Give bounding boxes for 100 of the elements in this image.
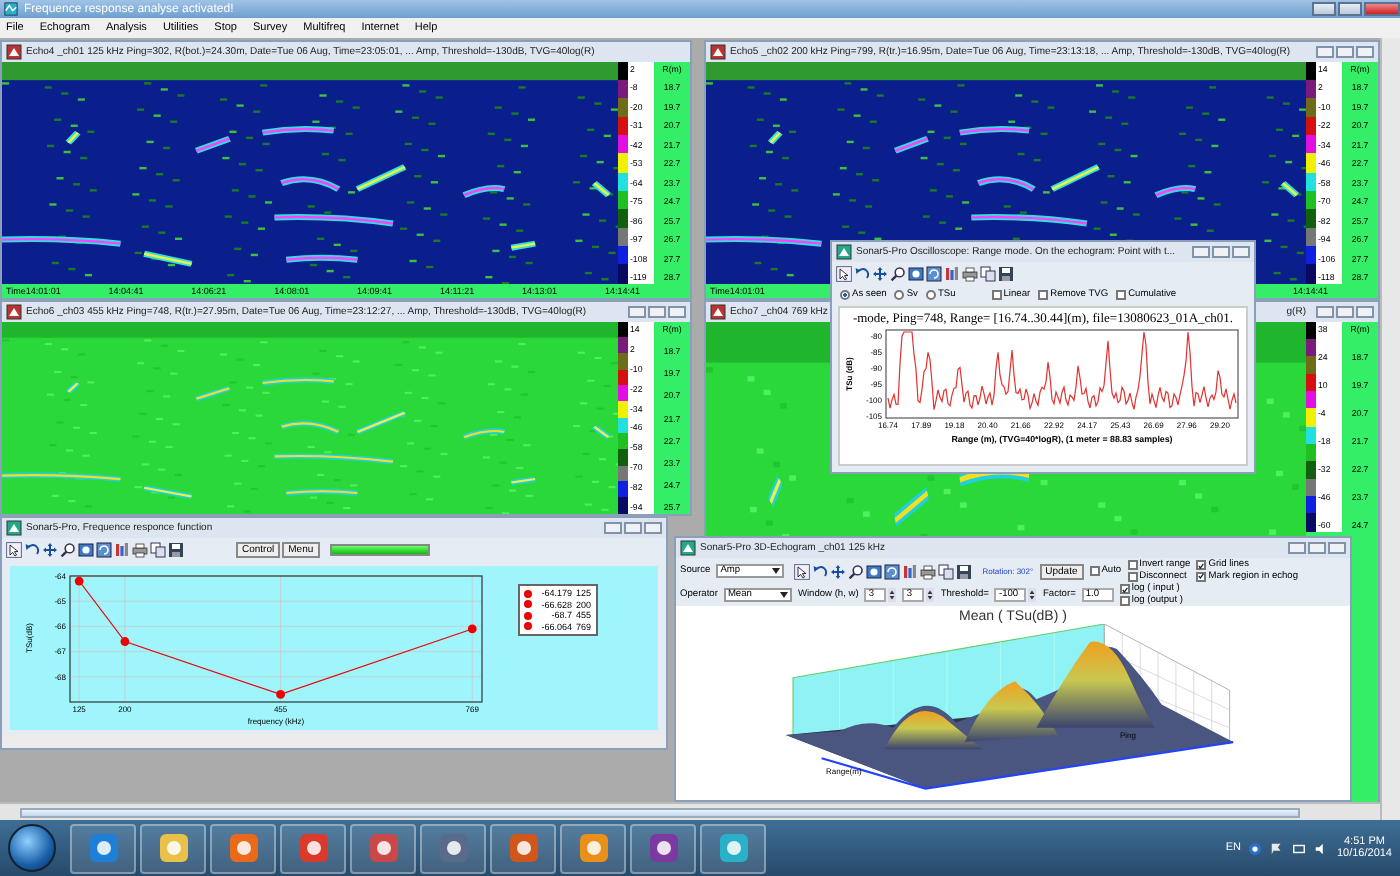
taskbar-button[interactable] bbox=[630, 823, 696, 873]
refresh-icon[interactable] bbox=[884, 563, 901, 579]
radio-button[interactable] bbox=[840, 290, 850, 300]
checkbox[interactable] bbox=[1119, 584, 1130, 595]
checkbox[interactable] bbox=[1127, 571, 1138, 582]
bars-icon[interactable] bbox=[944, 266, 960, 282]
start-button[interactable] bbox=[8, 824, 56, 872]
app-icon bbox=[367, 832, 399, 864]
maximize-button[interactable] bbox=[1308, 542, 1326, 554]
flag-icon[interactable] bbox=[1270, 841, 1285, 855]
spinner-icon[interactable] bbox=[1028, 588, 1037, 602]
app-icon bbox=[717, 832, 749, 864]
taskbar-button[interactable] bbox=[420, 823, 486, 873]
bars-icon[interactable] bbox=[902, 563, 919, 579]
app-icon bbox=[577, 832, 609, 864]
close-button[interactable] bbox=[668, 306, 686, 318]
print-icon[interactable] bbox=[962, 266, 978, 282]
move-icon[interactable] bbox=[42, 542, 58, 558]
close-button[interactable] bbox=[1232, 246, 1250, 258]
zoom-icon[interactable] bbox=[890, 266, 906, 282]
minimize-button[interactable] bbox=[1312, 1, 1336, 15]
speaker-icon[interactable] bbox=[1314, 841, 1329, 855]
window-icon bbox=[710, 44, 726, 60]
maximize-button[interactable] bbox=[1338, 1, 1362, 15]
close-button[interactable] bbox=[1356, 306, 1374, 318]
maximize-button[interactable] bbox=[648, 306, 666, 318]
taskbar-button[interactable] bbox=[140, 823, 206, 873]
copy-icon[interactable] bbox=[150, 542, 166, 558]
window-icon bbox=[6, 44, 22, 60]
maximize-button[interactable] bbox=[1336, 46, 1354, 58]
pointer-icon[interactable] bbox=[794, 563, 811, 579]
minimize-button[interactable] bbox=[628, 306, 646, 318]
bars-icon[interactable] bbox=[114, 542, 130, 558]
app-icon bbox=[87, 832, 119, 864]
caret-icon bbox=[772, 568, 781, 574]
taskbar-button[interactable] bbox=[490, 823, 556, 873]
globe-icon[interactable] bbox=[1248, 841, 1263, 855]
window-icon bbox=[710, 304, 726, 320]
minimize-button[interactable] bbox=[604, 522, 622, 534]
maximize-button[interactable] bbox=[1212, 246, 1230, 258]
surface-peak bbox=[1035, 641, 1154, 728]
app-icon bbox=[507, 832, 539, 864]
close-button[interactable] bbox=[644, 522, 662, 534]
screen-icon[interactable] bbox=[1292, 841, 1307, 855]
minimize-button[interactable] bbox=[1316, 306, 1334, 318]
checkbox[interactable] bbox=[1127, 560, 1138, 571]
close-button[interactable] bbox=[1356, 46, 1374, 58]
window-icon bbox=[6, 520, 22, 536]
taskbar-button[interactable] bbox=[560, 823, 626, 873]
undo-icon[interactable] bbox=[812, 563, 829, 579]
taskbar-button[interactable] bbox=[210, 823, 276, 873]
move-icon[interactable] bbox=[872, 266, 888, 282]
copy-icon[interactable] bbox=[938, 563, 955, 579]
undo-icon[interactable] bbox=[854, 266, 870, 282]
close-button[interactable] bbox=[1328, 542, 1346, 554]
window-icon bbox=[836, 244, 852, 260]
print-icon[interactable] bbox=[132, 542, 148, 558]
maximize-button[interactable] bbox=[624, 522, 642, 534]
app-icon bbox=[4, 2, 18, 16]
save-icon[interactable] bbox=[998, 266, 1014, 282]
checkbox[interactable] bbox=[1038, 290, 1049, 300]
copy-icon[interactable] bbox=[980, 266, 996, 282]
scrollbar[interactable] bbox=[0, 802, 1380, 820]
refresh-icon[interactable] bbox=[96, 542, 112, 558]
zoom-icon[interactable] bbox=[848, 563, 865, 579]
picture-icon[interactable] bbox=[78, 542, 94, 558]
taskbar-button[interactable] bbox=[70, 823, 136, 873]
minimize-button[interactable] bbox=[1288, 542, 1306, 554]
save-icon[interactable] bbox=[168, 542, 184, 558]
taskbar-button[interactable] bbox=[280, 823, 346, 873]
undo-icon[interactable] bbox=[24, 542, 40, 558]
radio-button[interactable] bbox=[894, 290, 905, 300]
pointer-icon[interactable] bbox=[6, 542, 22, 558]
checkbox[interactable] bbox=[1116, 290, 1127, 300]
data-point bbox=[74, 576, 84, 586]
zoom-icon[interactable] bbox=[60, 542, 76, 558]
pointer-icon[interactable] bbox=[836, 266, 852, 282]
radio-button[interactable] bbox=[925, 290, 936, 300]
checkbox[interactable] bbox=[1196, 560, 1207, 571]
caret-icon bbox=[779, 592, 788, 598]
maximize-button[interactable] bbox=[1336, 306, 1354, 318]
checkbox[interactable] bbox=[1196, 571, 1207, 582]
picture-icon[interactable] bbox=[866, 563, 883, 579]
spinner-icon[interactable] bbox=[888, 588, 897, 602]
refresh-icon[interactable] bbox=[926, 266, 942, 282]
checkbox[interactable] bbox=[991, 290, 1002, 300]
close-button[interactable] bbox=[1364, 1, 1400, 15]
taskbar-button[interactable] bbox=[700, 823, 766, 873]
move-icon[interactable] bbox=[830, 563, 847, 579]
picture-icon[interactable] bbox=[908, 266, 924, 282]
checkbox[interactable] bbox=[1119, 595, 1130, 606]
save-icon[interactable] bbox=[956, 563, 973, 579]
taskbar-button[interactable] bbox=[350, 823, 416, 873]
minimize-button[interactable] bbox=[1192, 246, 1210, 258]
scrollbar[interactable] bbox=[1380, 38, 1400, 820]
minimize-button[interactable] bbox=[1316, 46, 1334, 58]
spinner-icon[interactable] bbox=[926, 588, 935, 602]
scrollbar-thumb[interactable] bbox=[20, 807, 1300, 817]
checkbox[interactable] bbox=[1089, 566, 1100, 576]
print-icon[interactable] bbox=[920, 563, 937, 579]
